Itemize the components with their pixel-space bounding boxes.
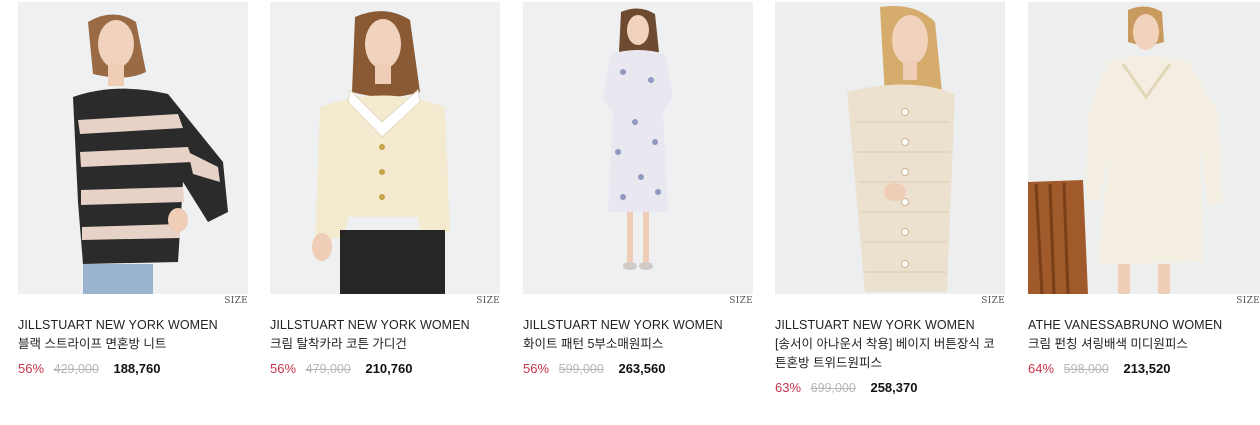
original-price: 429,000: [53, 362, 99, 376]
original-price: 599,000: [558, 362, 604, 376]
product-name[interactable]: 블랙 스트라이프 면혼방 니트: [18, 335, 248, 354]
product-card[interactable]: SIZE JILLSTUART NEW YORK WOMEN 블랙 스트라이프 …: [18, 2, 248, 378]
price-row: 56% 599,000 263,560: [523, 360, 753, 378]
product-brand[interactable]: ATHE VANESSABRUNO WOMEN: [1028, 316, 1260, 335]
product-card[interactable]: SIZE JILLSTUART NEW YORK WOMEN 화이트 패턴 5부…: [523, 2, 753, 378]
size-button[interactable]: SIZE: [224, 296, 248, 306]
sale-price: 263,560: [618, 361, 666, 376]
price-row: 56% 479,000 210,760: [270, 360, 500, 378]
size-button[interactable]: SIZE: [1236, 296, 1260, 306]
original-price: 598,000: [1063, 362, 1109, 376]
price-row: 64% 598,000 213,520: [1028, 360, 1260, 378]
original-price: 479,000: [305, 362, 351, 376]
product-name[interactable]: [송서이 아나운서 착용] 베이지 버튼장식 코튼혼방 트위드원피스: [775, 335, 1005, 373]
discount-rate: 56%: [523, 361, 550, 376]
original-price: 699,000: [810, 381, 856, 395]
product-image[interactable]: [523, 2, 753, 294]
product-name[interactable]: 화이트 패턴 5부소매원피스: [523, 335, 753, 354]
product-name[interactable]: 크림 펀칭 셔링배색 미디원피스: [1028, 335, 1260, 354]
product-brand[interactable]: JILLSTUART NEW YORK WOMEN: [523, 316, 753, 335]
product-brand[interactable]: JILLSTUART NEW YORK WOMEN: [270, 316, 500, 335]
product-image[interactable]: [18, 2, 248, 294]
sale-price: 188,760: [113, 361, 161, 376]
discount-rate: 56%: [270, 361, 297, 376]
product-card[interactable]: SIZE ATHE VANESSABRUNO WOMEN 크림 펀칭 셔링배색 …: [1028, 2, 1260, 378]
product-brand[interactable]: JILLSTUART NEW YORK WOMEN: [18, 316, 248, 335]
discount-rate: 56%: [18, 361, 45, 376]
product-card[interactable]: SIZE JILLSTUART NEW YORK WOMEN [송서이 아나운서…: [775, 2, 1005, 397]
price-row: 63% 699,000 258,370: [775, 379, 1005, 397]
product-grid: SIZE JILLSTUART NEW YORK WOMEN 블랙 스트라이프 …: [0, 0, 1260, 425]
sale-price: 213,520: [1123, 361, 1171, 376]
product-image[interactable]: [775, 2, 1005, 294]
product-image[interactable]: [270, 2, 500, 294]
product-name[interactable]: 크림 탈착카라 코튼 가디건: [270, 335, 500, 354]
product-card[interactable]: SIZE JILLSTUART NEW YORK WOMEN 크림 탈착카라 코…: [270, 2, 500, 378]
discount-rate: 64%: [1028, 361, 1055, 376]
discount-rate: 63%: [775, 380, 802, 395]
price-row: 56% 429,000 188,760: [18, 360, 248, 378]
sale-price: 210,760: [365, 361, 413, 376]
product-image[interactable]: [1028, 2, 1260, 294]
product-brand[interactable]: JILLSTUART NEW YORK WOMEN: [775, 316, 1005, 335]
sale-price: 258,370: [870, 380, 918, 395]
size-button[interactable]: SIZE: [476, 296, 500, 306]
size-button[interactable]: SIZE: [729, 296, 753, 306]
size-button[interactable]: SIZE: [981, 296, 1005, 306]
